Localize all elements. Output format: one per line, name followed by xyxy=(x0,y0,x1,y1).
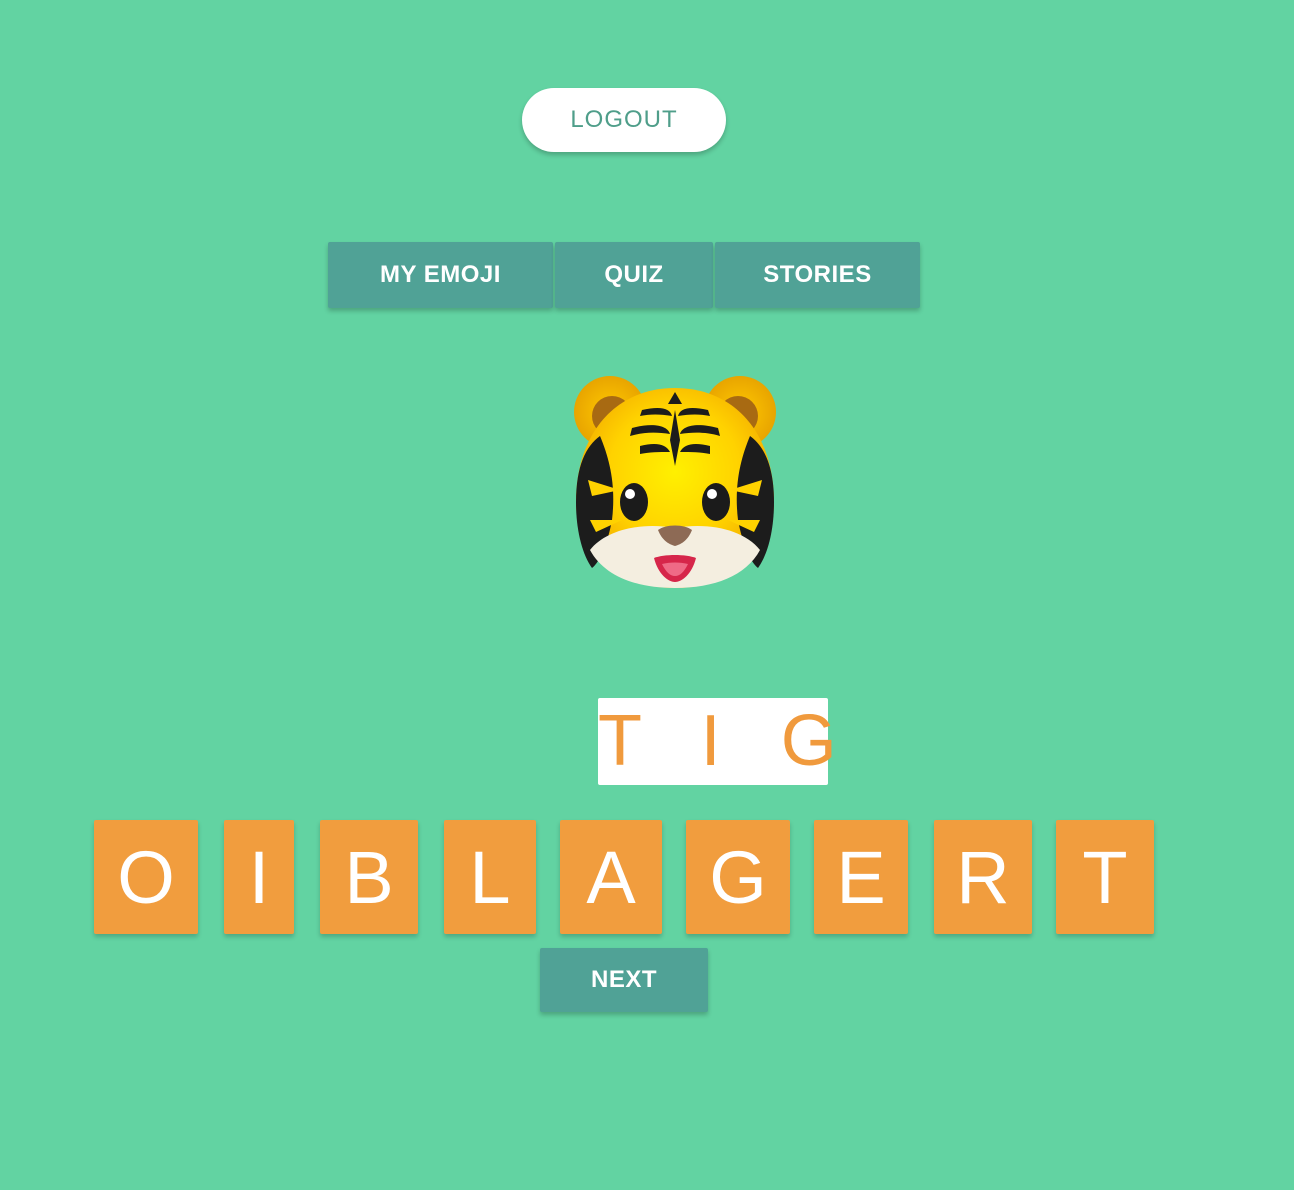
letter-tile-i[interactable]: I xyxy=(224,820,294,934)
letter-tile-e[interactable]: E xyxy=(814,820,908,934)
nav-stories-button[interactable]: STORIES xyxy=(715,242,920,308)
letter-tile-o[interactable]: O xyxy=(94,820,198,934)
answer-box: T I G xyxy=(598,698,837,785)
tiger-face-icon xyxy=(570,370,780,592)
next-button[interactable]: NEXT xyxy=(540,948,708,1012)
letter-tile-r[interactable]: R xyxy=(934,820,1032,934)
letter-tile-b[interactable]: B xyxy=(320,820,418,934)
letter-tile-a[interactable]: A xyxy=(560,820,662,934)
letter-tile-g[interactable]: G xyxy=(686,820,790,934)
logout-button[interactable]: LOGOUT xyxy=(522,88,726,152)
nav-my-emoji-button[interactable]: MY EMOJI xyxy=(328,242,553,308)
nav-quiz-button[interactable]: QUIZ xyxy=(555,242,713,308)
letter-tile-t[interactable]: T xyxy=(1056,820,1154,934)
letter-tile-l[interactable]: L xyxy=(444,820,536,934)
